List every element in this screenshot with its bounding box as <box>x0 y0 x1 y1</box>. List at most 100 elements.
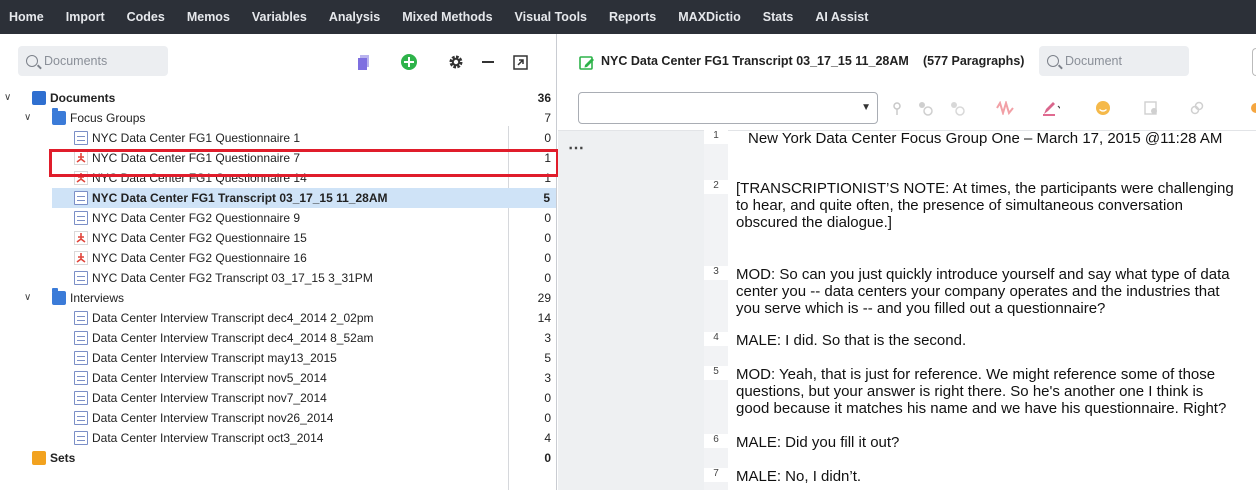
link-icon[interactable] <box>1188 99 1206 117</box>
documents-icon[interactable] <box>355 54 373 72</box>
text-document-icon <box>74 411 88 425</box>
tree-row-doc[interactable]: NYC Data Center FG1 Questionnaire 1 0 <box>0 128 557 148</box>
tree-row-label: NYC Data Center FG2 Transcript 03_17_15 … <box>92 271 373 285</box>
tree-row-sets[interactable]: Sets 0 <box>0 448 557 468</box>
code-pair-icon[interactable] <box>948 99 966 117</box>
paragraph-text[interactable]: MALE: I did. So that is the second. <box>736 332 1256 349</box>
tree-row-doc[interactable]: NYC Data Center FG1 Transcript 03_17_15 … <box>52 188 556 208</box>
paragraph-text[interactable]: MALE: No, I didn’t. <box>736 468 1256 485</box>
paragraph-text[interactable]: New York Data Center Focus Group One – M… <box>748 130 1256 147</box>
documents-icon <box>32 91 46 105</box>
tree-row-doc[interactable]: Data Center Interview Transcript nov5_20… <box>0 368 557 388</box>
add-document-button[interactable] <box>400 53 418 71</box>
text-document-icon <box>74 331 88 345</box>
coded-segment-count: 36 <box>537 91 551 105</box>
menu-ai-assist[interactable]: AI Assist <box>815 10 868 24</box>
coded-segment-count: 7 <box>544 111 551 125</box>
tree-row-doc[interactable]: Data Center Interview Transcript dec4_20… <box>0 328 557 348</box>
pdf-icon <box>74 251 88 265</box>
pdf-icon <box>74 231 88 245</box>
tree-row-label: Data Center Interview Transcript dec4_20… <box>92 331 374 345</box>
overflow-icon[interactable] <box>1244 99 1256 117</box>
document-search-input[interactable]: Document <box>1039 46 1189 76</box>
document-browser-panel: NYC Data Center FG1 Transcript 03_17_15 … <box>558 34 1256 490</box>
tree-row-label: Interviews <box>70 291 125 305</box>
coded-segment-count: 0 <box>544 251 551 265</box>
tree-row-pdf[interactable]: NYC Data Center FG2 Questionnaire 16 0 <box>0 248 557 268</box>
minimize-icon[interactable] <box>479 53 497 71</box>
chevron-down-icon[interactable]: ∨ <box>4 93 14 103</box>
text-document-icon <box>74 391 88 405</box>
search-icon <box>26 55 38 67</box>
document-search-placeholder: Document <box>1065 54 1122 68</box>
tree-row-label: Data Center Interview Transcript nov5_20… <box>92 371 327 385</box>
folder-icon <box>52 288 66 305</box>
code-tag-icon[interactable] <box>916 99 934 117</box>
paragraph-number: 6 <box>704 434 728 448</box>
pin-icon[interactable] <box>888 99 906 117</box>
paragraph-text[interactable]: MALE: Did you fill it out? <box>736 434 1256 451</box>
menu-variables[interactable]: Variables <box>252 10 307 24</box>
menu-stats[interactable]: Stats <box>763 10 794 24</box>
emoticode-icon[interactable] <box>1094 99 1112 117</box>
coded-segment-count: 0 <box>544 131 551 145</box>
tree-row-folder[interactable]: ∨ Focus Groups 7 <box>0 108 557 128</box>
coded-segment-count: 29 <box>537 291 551 305</box>
paragraph-count: (577 Paragraphs) <box>923 54 1025 68</box>
menu-mixed-methods[interactable]: Mixed Methods <box>402 10 492 24</box>
paragraph-text[interactable]: MOD: Yeah, that is just for reference. W… <box>736 366 1256 417</box>
emotion-code-icon[interactable] <box>996 99 1014 117</box>
popout-icon[interactable] <box>511 53 529 71</box>
menu-maxdictio[interactable]: MAXDictio <box>678 10 741 24</box>
tree-row-doc[interactable]: NYC Data Center FG2 Transcript 03_17_15 … <box>0 268 557 288</box>
coded-segment-count: 0 <box>544 211 551 225</box>
text-document-icon <box>74 271 88 285</box>
chevron-down-icon[interactable]: ∨ <box>24 113 34 123</box>
menu-bar: Home Import Codes Memos Variables Analys… <box>0 0 1256 34</box>
menu-codes[interactable]: Codes <box>127 10 165 24</box>
coded-segment-count: 14 <box>537 311 551 325</box>
paragraph-text[interactable]: MOD: So can you just quickly introduce y… <box>736 266 1256 317</box>
menu-reports[interactable]: Reports <box>609 10 656 24</box>
search-icon <box>1047 55 1059 67</box>
panel-edge-button[interactable] <box>1252 48 1256 76</box>
text-document-icon <box>74 351 88 365</box>
tree-row-doc[interactable]: Data Center Interview Transcript nov26_2… <box>0 408 557 428</box>
tree-row-label: Data Center Interview Transcript may13_2… <box>92 351 337 365</box>
gear-icon[interactable] <box>447 53 465 71</box>
tree-row-folder[interactable]: ∨ Interviews 29 <box>0 288 557 308</box>
coded-segment-count: 3 <box>544 331 551 345</box>
tree-row-doc[interactable]: Data Center Interview Transcript dec4_20… <box>0 308 557 328</box>
tree-row-label: Data Center Interview Transcript nov26_2… <box>92 411 334 425</box>
menu-import[interactable]: Import <box>66 10 105 24</box>
menu-analysis[interactable]: Analysis <box>329 10 380 24</box>
coded-segment-count: 3 <box>544 371 551 385</box>
tree-row-label: Sets <box>50 451 76 465</box>
tree-row-label: Data Center Interview Transcript oct3_20… <box>92 431 324 445</box>
edit-document-icon[interactable] <box>578 54 596 72</box>
coded-segment-count: 5 <box>544 351 551 365</box>
coded-segment-count: 0 <box>544 451 551 465</box>
more-options-icon[interactable]: ⋯ <box>568 138 585 158</box>
memo-icon[interactable] <box>1142 99 1160 117</box>
code-dropdown[interactable]: ▼ <box>578 92 878 124</box>
selection-highlight-frame <box>49 149 559 177</box>
chevron-down-icon[interactable]: ∨ <box>24 293 34 303</box>
tree-row-root[interactable]: ∨ Documents 36 <box>0 88 557 108</box>
menu-visual-tools[interactable]: Visual Tools <box>515 10 587 24</box>
menu-home[interactable]: Home <box>9 10 44 24</box>
tree-row-pdf[interactable]: NYC Data Center FG2 Questionnaire 15 0 <box>0 228 557 248</box>
paragraph-text[interactable]: [TRANSCRIPTIONIST’S NOTE: At times, the … <box>736 180 1256 231</box>
documents-search-input[interactable]: Documents <box>18 46 168 76</box>
documents-search-placeholder: Documents <box>44 54 108 68</box>
menu-memos[interactable]: Memos <box>187 10 230 24</box>
tree-row-doc[interactable]: Data Center Interview Transcript may13_2… <box>0 348 557 368</box>
tree-row-doc[interactable]: NYC Data Center FG2 Questionnaire 9 0 <box>0 208 557 228</box>
coded-segment-count: 4 <box>544 431 551 445</box>
chevron-down-icon: ▼ <box>861 102 871 113</box>
paragraph-number: 7 <box>704 468 728 482</box>
paragraph-number: 2 <box>704 180 728 194</box>
highlighter-icon[interactable] <box>1042 99 1060 117</box>
tree-row-doc[interactable]: Data Center Interview Transcript oct3_20… <box>0 428 557 448</box>
tree-row-doc[interactable]: Data Center Interview Transcript nov7_20… <box>0 388 557 408</box>
